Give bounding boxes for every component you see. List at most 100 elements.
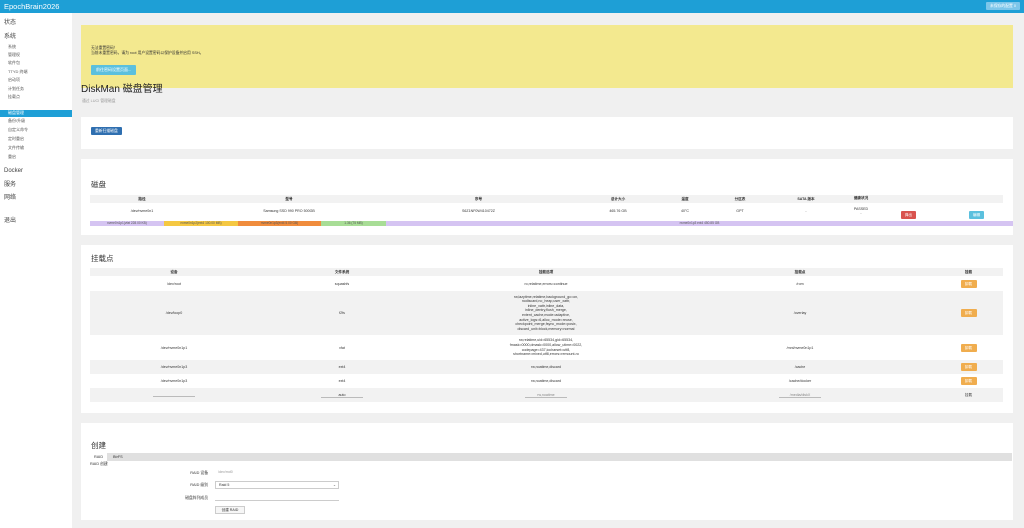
mounts-table: 设备 文件系统 挂载选项 挂载点 挂载 /dev/root squashfs r… [90, 268, 1003, 402]
mount-fs: vfat [339, 345, 345, 350]
col-mountpoint: 挂载点 [666, 268, 934, 276]
disk-serial: S6Z1NF0W410472Z [462, 208, 495, 213]
new-mount-fs-input[interactable]: auto [321, 393, 363, 398]
password-alert: 无法重置密码！ 当前未重置密码，请为 root 用户设置密码以保护设备并启用 S… [81, 25, 1013, 88]
disk-health-detail: - [860, 210, 862, 215]
col-empty [943, 195, 1003, 203]
raid-level-label: RAID 级别 [190, 483, 208, 487]
new-mount-row: auto rw,noatime /media/diskX 挂载 [90, 388, 1003, 402]
sidebar-item-services[interactable]: 服务 [4, 182, 16, 189]
disk-path: /dev/nvme0n1 [130, 208, 154, 213]
sidebar-subitem[interactable]: 管理权 [0, 52, 72, 59]
mount-fs: f2fs [258, 291, 426, 335]
mount-point: /mnt/nvme0n1p1 [786, 345, 814, 350]
mount-row: /dev/nvme0n1p3 ext4 rw,noatime,discard /… [90, 360, 1003, 374]
disk-size: 465.76 GB [609, 208, 627, 213]
unmount-button[interactable]: 卸载 [960, 343, 977, 352]
mount-option-line: shortname=mixed,utf8,errors=remount-ro [513, 352, 579, 357]
mount-fs: squashfs [334, 281, 350, 286]
col-partition-table: 分区表 [707, 195, 773, 203]
unsaved-changes-button[interactable]: 未保存的配置 0 [986, 2, 1020, 10]
col-temp: 温度 [663, 195, 707, 203]
sidebar-subitem[interactable]: 启动项 [0, 77, 72, 84]
mount-submit-button[interactable]: 挂载 [934, 388, 1003, 402]
disk-temp: 40°C [680, 208, 690, 213]
sidebar-item-network[interactable]: 网络 [4, 195, 16, 202]
partition-segment[interactable]: nvme0n1p1(vfat 228.00 KB) [90, 221, 164, 226]
col-empty [883, 195, 943, 203]
sidebar-subitem[interactable]: 备份/升级 [0, 118, 72, 125]
sidebar-subitem[interactable]: TTYD 终端 [0, 69, 72, 76]
mount-option-line: discard_unit=block,memory=normal [517, 326, 575, 331]
unmount-button[interactable]: 卸载 [960, 363, 977, 371]
mount-device: /dev/nvme0n1p1 [160, 345, 188, 350]
new-mount-device-input[interactable] [153, 392, 195, 397]
mount-point: /overlay [666, 291, 934, 335]
col-size: 总计大小 [573, 195, 663, 203]
tab-btrfs[interactable]: BtrFS [109, 453, 127, 461]
partition-segment[interactable]: nvme0n1p3(ext4 5.00 GB) [238, 221, 321, 226]
new-mount-point-input[interactable]: /media/diskX [779, 393, 821, 398]
mount-options: rw,lazytime,relatime,background_gc=on, n… [426, 291, 666, 335]
sidebar-subitem[interactable]: 文件传输 [0, 145, 72, 152]
sidebar-item-system[interactable]: 系统 [4, 34, 16, 41]
mount-device: /dev/nvme0n1p3 [90, 360, 258, 374]
main-content: 无法重置密码！ 当前未重置密码，请为 root 用户设置密码以保护设备并启用 S… [72, 13, 1024, 528]
unmount-button[interactable]: 卸载 [960, 309, 977, 317]
rescan-disks-button[interactable]: 重新扫描磁盘 [91, 127, 122, 135]
sidebar-subitem[interactable]: 自定义命令 [0, 127, 72, 134]
sidebar-item-docker[interactable]: Docker [4, 168, 23, 175]
members-label: 磁盘阵列成员 [185, 496, 208, 500]
sidebar-subitem[interactable]: 重启 [0, 154, 72, 161]
col-mount: 挂载 [934, 268, 1003, 276]
eject-button[interactable]: 弹出 [901, 211, 916, 219]
sidebar-subitem[interactable]: 软件包 [0, 60, 72, 67]
sidebar-subitem[interactable]: 定时重启 [0, 136, 72, 143]
unmount-button[interactable]: 卸载 [960, 377, 977, 385]
col-serial: 序号 [384, 195, 573, 203]
disk-model: Samsung SSD 990 PRO 500GB [263, 208, 315, 213]
new-mount-options-input[interactable]: rw,noatime [525, 393, 567, 398]
members-input[interactable] [215, 500, 339, 501]
mount-point: /cache [666, 360, 934, 374]
col-device: 设备 [90, 268, 258, 276]
disks-title: 磁盘 [91, 180, 106, 189]
mounts-title: 挂载点 [91, 254, 114, 263]
mount-row: /dev/root squashfs ro,relatime,errors=co… [90, 276, 1003, 291]
col-options: 挂载选项 [426, 268, 666, 276]
alert-text: 当前未重置密码，请为 root 用户设置密码以保护设备并启用 SSH。 [91, 51, 204, 55]
sidebar-subitem-active[interactable]: 磁盘管理 [0, 110, 72, 117]
partition-segment[interactable]: nvme0n1p3 ext4 450.85 GB [386, 221, 1013, 226]
raid-device-input[interactable]: /dev/md0 [215, 469, 339, 477]
mount-point: /cache/docker [788, 379, 812, 383]
raid-level-select[interactable]: Raid 5 ⌄ [215, 481, 339, 489]
partition-segment[interactable]: 1.36 (75 MB) [321, 221, 386, 226]
mount-device: /dev/nvme0n1p3 [160, 379, 188, 383]
raid-level-value: Raid 5 [219, 483, 230, 487]
edit-disk-button[interactable]: 编辑 [969, 211, 984, 219]
brand-logo[interactable]: EpochBrain2026 [4, 2, 59, 11]
sidebar-item-logout[interactable]: 退出 [4, 218, 16, 225]
unmount-button[interactable]: 卸载 [960, 279, 977, 288]
tab-raid[interactable]: RAID [90, 453, 108, 461]
disks-table: 路径 型号 序号 总计大小 温度 分区表 SATA 版本 健康状况 /dev/n… [90, 195, 1003, 218]
sidebar-subitem[interactable]: 计划任务 [0, 86, 72, 93]
sidebar: 状态 系统 系统 管理权 软件包 TTYD 终端 启动项 计划任务 挂载点 磁盘… [0, 13, 72, 528]
sidebar-item-status[interactable]: 状态 [4, 20, 16, 27]
col-path: 路径 [90, 195, 194, 203]
mount-options: ro,relatime,errors=continue [524, 281, 568, 286]
top-bar: EpochBrain2026 未保存的配置 0 [0, 0, 1024, 13]
col-health: 健康状况 [839, 195, 883, 203]
create-tabbar [90, 453, 1012, 461]
go-to-password-button[interactable]: 前往密码设置页面... [91, 65, 137, 75]
col-sata: SATA 版本 [773, 195, 839, 203]
sidebar-subitem[interactable]: 挂载点 [0, 94, 72, 101]
disk-health: PASSED - [839, 203, 883, 218]
create-raid-button[interactable]: 创建 RAID [215, 506, 245, 514]
mount-device: /dev/loop0 [90, 291, 258, 335]
create-panel: 创建 RAID BtrFS RAID 创建 RAID 设备 /dev/md0 R… [81, 423, 1013, 520]
partition-segment[interactable]: nvme0n1p2(ext4 100.00 MB) [164, 221, 238, 226]
mount-row: /dev/nvme0n1p3 ext4 rw,noatime,discard /… [90, 374, 1003, 388]
sidebar-subitem[interactable]: 系统 [0, 44, 72, 51]
raid-device-label: RAID 设备 [190, 471, 208, 475]
